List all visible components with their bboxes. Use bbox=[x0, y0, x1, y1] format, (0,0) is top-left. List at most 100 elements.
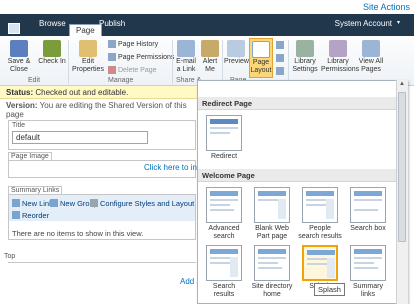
scrollbar-thumb[interactable] bbox=[398, 92, 406, 242]
reorder-icon bbox=[12, 211, 20, 219]
layout-label: Summary links bbox=[353, 283, 383, 298]
page-action-icon[interactable] bbox=[276, 41, 284, 49]
permissions-icon bbox=[108, 53, 116, 61]
version-label: Version: bbox=[6, 101, 38, 110]
layout-advanced-search[interactable]: Advanced search bbox=[202, 187, 246, 241]
page-layout-label: Page Layout bbox=[250, 59, 272, 74]
layout-thumbnail bbox=[350, 245, 386, 281]
layout-tooltip: Splash bbox=[314, 283, 345, 296]
email-icon bbox=[177, 40, 195, 57]
layout-thumbnail bbox=[302, 187, 338, 223]
layout-label: Advanced search bbox=[208, 225, 240, 240]
alert-icon bbox=[201, 40, 219, 57]
layout-thumbnail bbox=[254, 187, 290, 223]
new-link-button[interactable]: New Link bbox=[12, 199, 53, 208]
tab-browse[interactable]: Browse bbox=[33, 13, 72, 35]
page-history-button[interactable]: Page History bbox=[108, 40, 158, 48]
edit-properties-icon bbox=[79, 40, 97, 57]
edit-properties-label: Edit Properties bbox=[72, 58, 104, 73]
layout-thumbnail bbox=[254, 245, 290, 281]
library-permissions-button[interactable]: Library Permissions bbox=[321, 40, 360, 74]
email-link-label: E-mail a Link bbox=[176, 58, 196, 73]
library-settings-button[interactable]: Library Settings bbox=[290, 40, 320, 74]
reorder-label: Reorder bbox=[22, 211, 50, 220]
layout-redirect[interactable]: Redirect bbox=[202, 115, 246, 161]
alert-me-label: Alert Me bbox=[202, 58, 218, 73]
layout-label: People search results bbox=[298, 225, 342, 240]
delete-icon bbox=[108, 66, 116, 74]
layout-label: Blank Web Part page bbox=[255, 225, 289, 240]
view-all-pages-icon bbox=[362, 40, 380, 57]
layout-summary-links[interactable]: Summary links bbox=[346, 245, 390, 299]
layout-thumbnail bbox=[206, 187, 242, 223]
email-link-button[interactable]: E-mail a Link bbox=[174, 40, 198, 74]
alert-me-button[interactable]: Alert Me bbox=[199, 40, 221, 74]
layout-search-box[interactable]: Search box bbox=[346, 187, 390, 233]
welcome-page-header: Welcome Page bbox=[198, 169, 396, 182]
page-layout-button[interactable]: Page Layout bbox=[249, 38, 273, 78]
version-bar: Version: You are editing the Shared Vers… bbox=[0, 100, 200, 119]
status-label: Status: bbox=[6, 88, 34, 97]
configure-styles-button[interactable]: Configure Styles and Layout bbox=[90, 199, 194, 208]
layout-label: Redirect bbox=[210, 153, 238, 160]
ribbon-divider bbox=[172, 40, 173, 84]
view-all-pages-button[interactable]: View All Pages bbox=[356, 40, 386, 74]
ribbon-divider bbox=[288, 40, 289, 84]
edit-properties-button[interactable]: Edit Properties bbox=[70, 40, 106, 74]
chevron-down-icon: ▾ bbox=[396, 20, 400, 26]
view-all-pages-label: View All Pages bbox=[358, 58, 384, 73]
page-permissions-button[interactable]: Page Permissions bbox=[108, 53, 174, 61]
layout-people-search-results[interactable]: People search results bbox=[298, 187, 342, 241]
save-close-label: Save & Close bbox=[7, 58, 31, 73]
layout-label: Search results bbox=[212, 283, 236, 298]
link-icon bbox=[12, 199, 20, 207]
layout-site-directory-home[interactable]: Site directory home bbox=[250, 245, 294, 299]
title-input[interactable]: default bbox=[12, 131, 148, 144]
account-menu[interactable]: System Account bbox=[335, 19, 392, 28]
document-icon[interactable] bbox=[8, 23, 20, 34]
layout-label: Site directory home bbox=[251, 283, 293, 298]
page-history-label: Page History bbox=[118, 40, 159, 48]
preview-button[interactable]: Preview bbox=[224, 40, 249, 66]
tab-publish[interactable]: Publish bbox=[93, 13, 131, 35]
library-permissions-label: Library Permissions bbox=[321, 58, 360, 73]
delete-page-button[interactable]: Delete Page bbox=[108, 66, 157, 74]
top-bar bbox=[0, 0, 414, 14]
save-close-button[interactable]: Save & Close bbox=[2, 40, 36, 74]
layout-search-results[interactable]: Search results bbox=[202, 245, 246, 299]
preview-label: Preview bbox=[224, 58, 249, 65]
redirect-page-header: Redirect Page bbox=[198, 97, 396, 110]
status-bar: Status: Checked out and editable. bbox=[0, 86, 200, 99]
layout-thumbnail bbox=[302, 245, 338, 281]
check-in-icon bbox=[43, 40, 61, 57]
top-web-part-zone bbox=[8, 262, 196, 300]
page-layout-icon bbox=[252, 41, 270, 58]
status-text: Checked out and editable. bbox=[33, 88, 129, 97]
page-layout-gallery: Redirect Page Redirect Welcome Page Adva… bbox=[197, 80, 408, 304]
save-icon bbox=[10, 40, 28, 57]
page-permissions-label: Page Permissions bbox=[118, 53, 175, 61]
page-action-icon[interactable] bbox=[276, 67, 284, 75]
layout-thumbnail bbox=[350, 187, 386, 223]
scroll-up-icon[interactable]: ▲ bbox=[397, 81, 407, 91]
redirect-layout-thumbnail bbox=[206, 115, 242, 151]
site-actions-menu[interactable]: Site Actions bbox=[363, 2, 410, 12]
new-link-label: New Link bbox=[22, 199, 53, 208]
history-icon bbox=[108, 40, 116, 48]
manage-group-label: Manage bbox=[108, 77, 134, 84]
check-in-button[interactable]: Check In bbox=[38, 40, 66, 66]
library-settings-icon bbox=[296, 40, 314, 57]
ribbon-divider bbox=[68, 40, 69, 84]
layout-thumbnail bbox=[206, 245, 242, 281]
reorder-button[interactable]: Reorder bbox=[12, 211, 49, 220]
page-action-icon[interactable] bbox=[276, 54, 284, 62]
preview-icon bbox=[227, 40, 245, 57]
top-zone-label: Top bbox=[4, 253, 16, 260]
library-settings-label: Library Settings bbox=[292, 58, 318, 73]
configure-styles-label: Configure Styles and Layout bbox=[100, 199, 195, 208]
edit-group-label: Edit bbox=[28, 77, 41, 84]
layout-label: Search box bbox=[350, 225, 386, 232]
empty-message: There are no items to show in this view. bbox=[12, 229, 144, 238]
layout-blank-web-part-page[interactable]: Blank Web Part page bbox=[250, 187, 294, 241]
delete-page-label: Delete Page bbox=[118, 66, 157, 74]
